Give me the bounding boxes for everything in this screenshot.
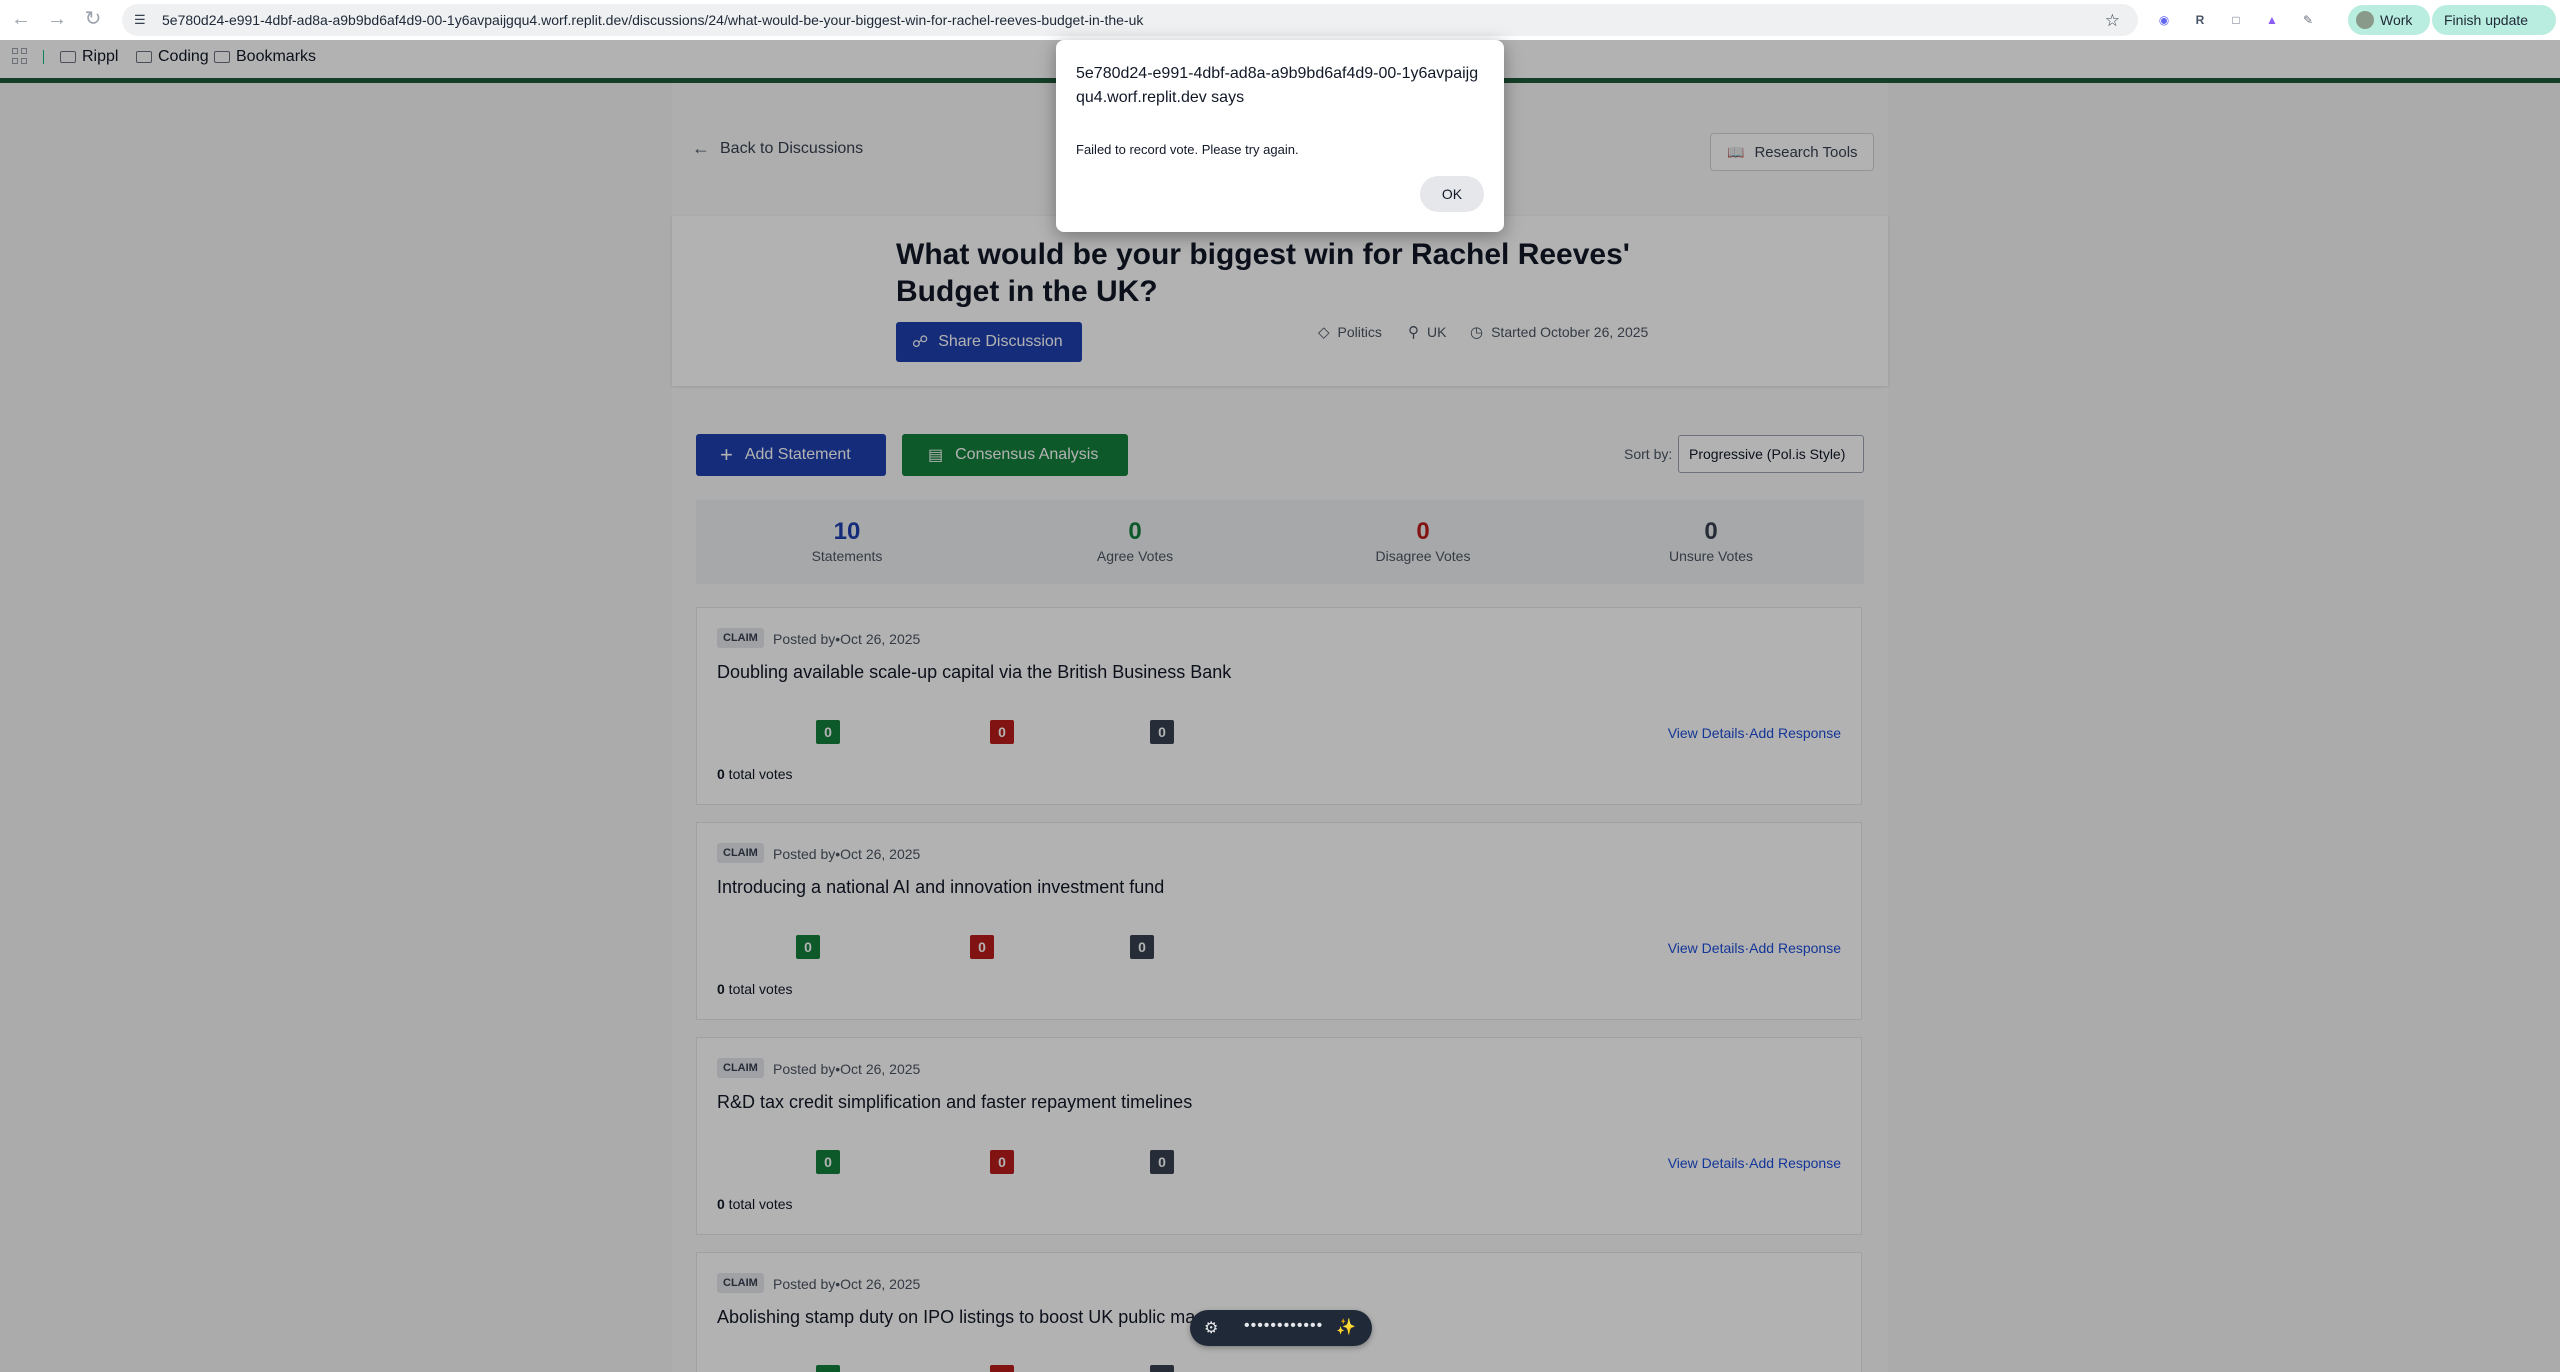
ok-button[interactable]: OK (1420, 176, 1484, 212)
profile-button[interactable]: Work (2348, 5, 2430, 35)
profile-label: Work (2380, 12, 2413, 28)
back-arrow-icon[interactable]: ← (10, 8, 32, 30)
address-row: ← → ↻ ☰ 5e780d24-e991-4dbf-ad8a-a9b9bd6a… (0, 0, 2560, 40)
dialog-message: Failed to record vote. Please try again. (1076, 142, 1299, 157)
bookmark-star-icon[interactable]: ☆ (2105, 11, 2120, 31)
dialog-origin: 5e780d24-e991-4dbf-ad8a-a9b9bd6af4d9-00-… (1076, 65, 1479, 106)
site-info-icon[interactable]: ☰ (134, 12, 150, 28)
extension-flame-icon[interactable]: ▲ (2262, 10, 2282, 30)
alert-dialog: 5e780d24-e991-4dbf-ad8a-a9b9bd6af4d9-00-… (1056, 40, 1504, 232)
dictation-widget[interactable]: ⚙ •••••••••••• ✨ (1190, 1310, 1372, 1346)
modal-backdrop (0, 40, 2560, 1372)
extension-square-icon[interactable]: □ (2226, 10, 2246, 30)
avatar (2356, 11, 2374, 29)
reload-icon[interactable]: ↻ (82, 8, 104, 30)
forward-arrow-icon[interactable]: → (46, 8, 68, 30)
finish-update-button[interactable]: Finish update (2432, 5, 2556, 35)
sparkle-icon[interactable]: ✨ (1336, 1317, 1356, 1337)
extension-r-icon[interactable]: R (2190, 10, 2210, 30)
extension-circle-icon[interactable]: ◉ (2154, 10, 2174, 30)
waveform-icon: •••••••••••• (1244, 1317, 1324, 1334)
extensions-puzzle-icon[interactable]: ✎ (2298, 10, 2318, 30)
url-text: 5e780d24-e991-4dbf-ad8a-a9b9bd6af4d9-00-… (162, 12, 1144, 28)
address-bar[interactable]: ☰ 5e780d24-e991-4dbf-ad8a-a9b9bd6af4d9-0… (122, 4, 2138, 36)
gear-icon[interactable]: ⚙ (1204, 1318, 1218, 1338)
